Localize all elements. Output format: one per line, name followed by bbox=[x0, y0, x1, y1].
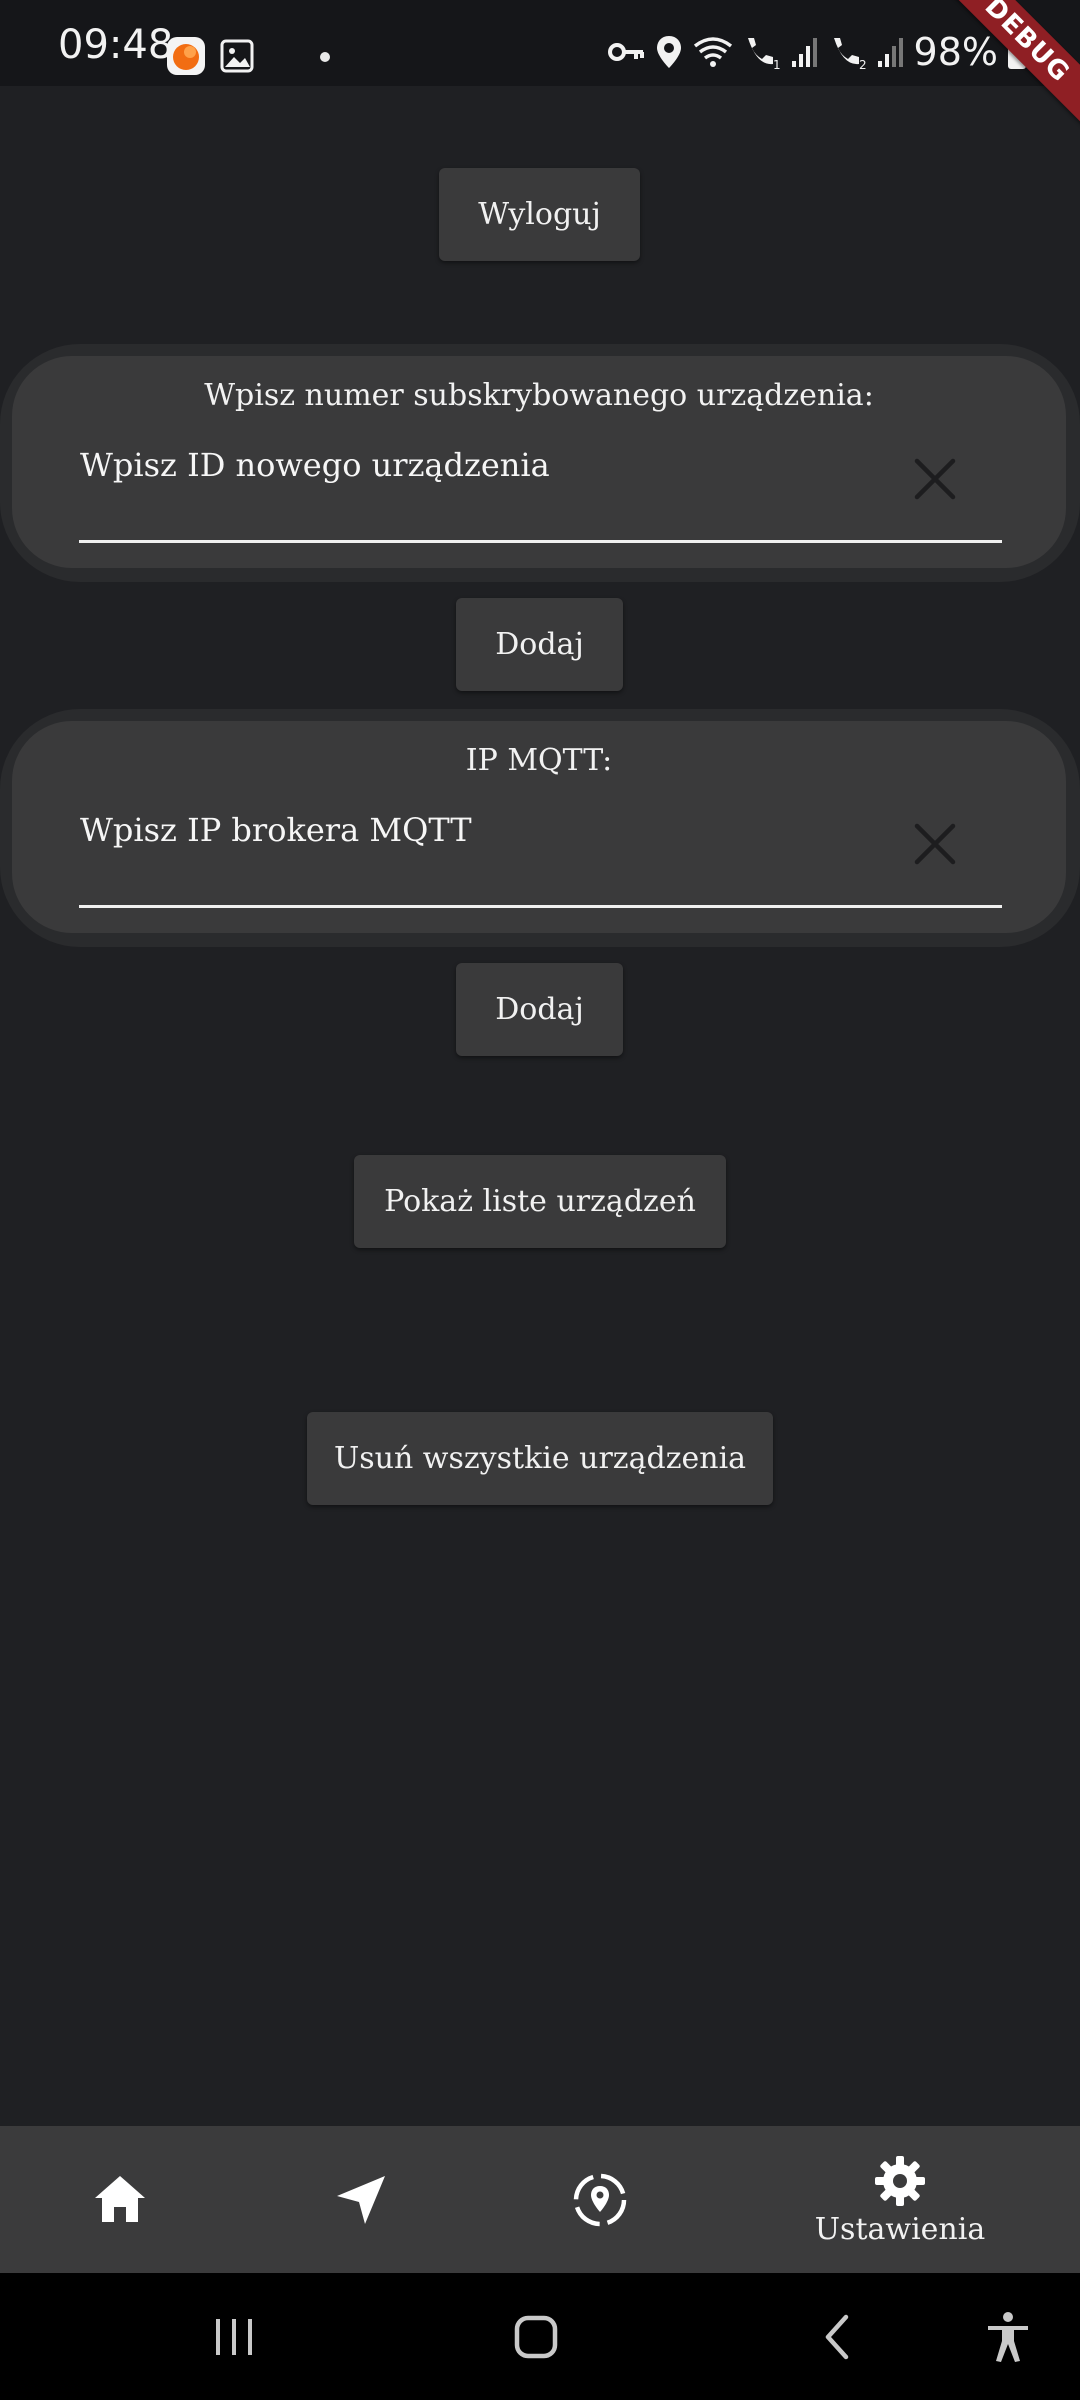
mqtt-card: IP MQTT: Wpisz IP brokera MQTT bbox=[0, 709, 1080, 947]
device-id-card-inner: Wpisz numer subskrybowanego urządzenia: … bbox=[12, 356, 1066, 568]
notification-dot bbox=[320, 52, 330, 62]
accessibility-icon[interactable] bbox=[985, 2311, 1031, 2363]
add-device-button[interactable]: Dodaj bbox=[456, 598, 623, 691]
svg-text:2: 2 bbox=[859, 58, 867, 70]
battery-percent: 98% bbox=[913, 30, 998, 74]
show-devices-button[interactable]: Pokaż liste urządzeń bbox=[354, 1155, 726, 1248]
gear-icon bbox=[875, 2156, 925, 2206]
delete-all-devices-button-label: Usuń wszystkie urządzenia bbox=[333, 1441, 747, 1476]
app-notification-icon bbox=[167, 37, 205, 75]
nav-item-settings[interactable]: Ustawienia bbox=[800, 2126, 1000, 2273]
device-id-card: Wpisz numer subskrybowanego urządzenia: … bbox=[0, 344, 1080, 582]
nav-item-home[interactable] bbox=[60, 2126, 180, 2273]
logout-button-label: Wyloguj bbox=[478, 197, 601, 232]
status-time: 09:48 bbox=[58, 22, 174, 68]
device-id-label: Wpisz numer subskrybowanego urządzenia: bbox=[204, 378, 874, 413]
add-mqtt-button[interactable]: Dodaj bbox=[456, 963, 623, 1056]
home-circle-icon[interactable] bbox=[512, 2313, 560, 2361]
show-devices-button-label: Pokaż liste urządzeń bbox=[384, 1184, 696, 1219]
add-mqtt-button-label: Dodaj bbox=[495, 992, 584, 1027]
bottom-nav: Ustawienia bbox=[0, 2126, 1080, 2273]
location-icon bbox=[656, 36, 681, 68]
mqtt-ip-input[interactable]: Wpisz IP brokera MQTT bbox=[80, 811, 472, 849]
wifi-icon bbox=[693, 37, 732, 67]
logout-button[interactable]: Wyloguj bbox=[439, 168, 640, 261]
mqtt-card-inner: IP MQTT: Wpisz IP brokera MQTT bbox=[12, 721, 1066, 933]
nav-item-location[interactable] bbox=[540, 2126, 660, 2273]
device-id-input-underline bbox=[79, 540, 1002, 543]
signal-2-icon bbox=[877, 38, 903, 67]
mqtt-clear-icon[interactable] bbox=[912, 821, 958, 867]
device-id-input[interactable]: Wpisz ID nowego urządzenia bbox=[80, 446, 550, 484]
vpn-key-icon bbox=[607, 43, 644, 61]
signal-1-icon bbox=[791, 38, 817, 67]
recent-apps-icon[interactable] bbox=[212, 2315, 256, 2359]
navigation-arrow-icon bbox=[337, 2176, 385, 2224]
mqtt-ip-input-underline bbox=[79, 905, 1002, 908]
nav-label-settings: Ustawienia bbox=[814, 2212, 986, 2247]
system-nav-bar bbox=[0, 2273, 1080, 2400]
app-screen: 09:48 1 2 98% DEBUG Wyloguj Wpisz numer … bbox=[0, 0, 1080, 2400]
wifi-call-1-icon: 1 bbox=[747, 38, 781, 70]
add-device-button-label: Dodaj bbox=[495, 627, 584, 662]
status-bar: 09:48 1 2 98% DEBUG bbox=[0, 0, 1080, 136]
device-id-clear-icon[interactable] bbox=[912, 456, 958, 502]
delete-all-devices-button[interactable]: Usuń wszystkie urządzenia bbox=[307, 1412, 773, 1505]
image-icon bbox=[220, 39, 254, 73]
home-icon bbox=[95, 2176, 145, 2222]
svg-text:1: 1 bbox=[773, 58, 781, 70]
location-target-icon bbox=[573, 2173, 627, 2227]
nav-item-navigation[interactable] bbox=[300, 2126, 420, 2273]
mqtt-label: IP MQTT: bbox=[465, 743, 613, 778]
wifi-call-2-icon: 2 bbox=[833, 38, 867, 70]
back-icon[interactable] bbox=[820, 2313, 854, 2361]
